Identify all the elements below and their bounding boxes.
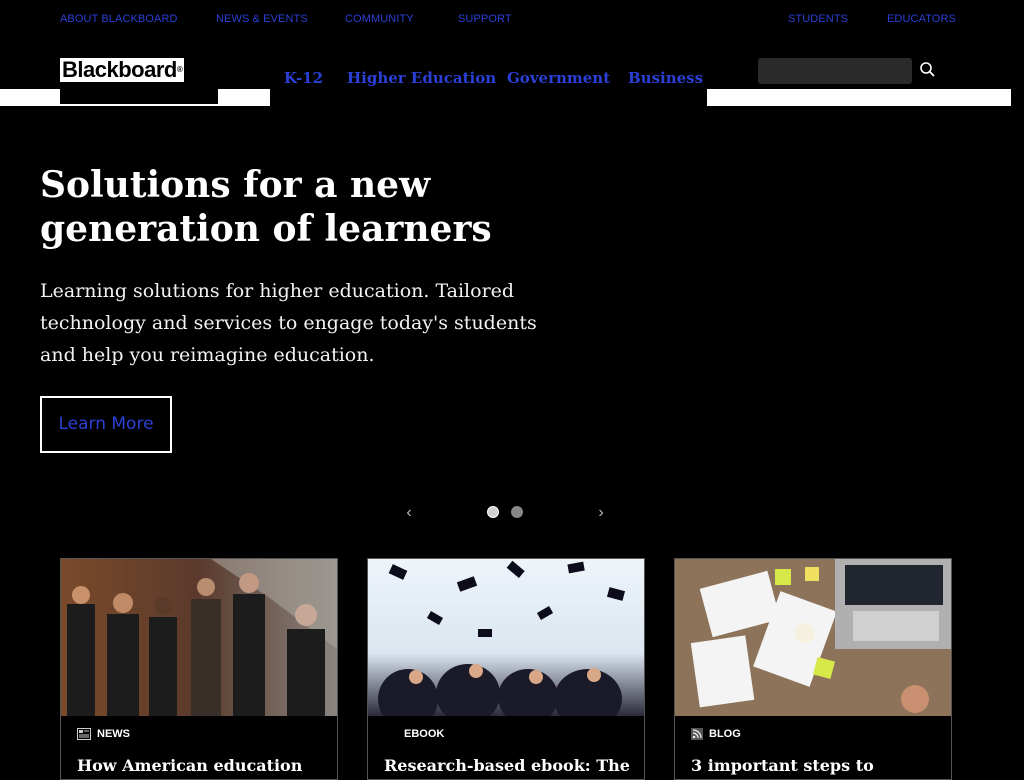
search-input[interactable] <box>758 58 912 84</box>
card-ebook[interactable]: EBOOK Research-based ebook: The <box>367 558 645 780</box>
nav-higher-education[interactable]: Higher Education <box>347 69 496 87</box>
hero-title-line2: generation of learners <box>40 208 492 250</box>
link-support[interactable]: SUPPORT <box>458 13 512 25</box>
card-blog-category: BLOG <box>691 727 741 741</box>
card-news[interactable]: NEWS How American education <box>60 558 338 780</box>
card-news-image <box>61 559 337 716</box>
search-icon <box>920 62 935 77</box>
card-ebook-category: EBOOK <box>404 727 444 741</box>
card-blog-image <box>675 559 951 716</box>
nav-business[interactable]: Business <box>628 69 703 87</box>
card-news-title[interactable]: How American education <box>77 756 327 776</box>
learn-more-button[interactable]: Learn More <box>40 396 172 453</box>
logo-registered-mark: ® <box>176 65 183 74</box>
carousel-next-button[interactable]: › <box>593 504 609 522</box>
card-ebook-category-label: EBOOK <box>404 728 445 740</box>
header-band-gap <box>270 89 707 106</box>
card-ebook-title[interactable]: Research-based ebook: The <box>384 756 634 776</box>
carousel-prev-button[interactable]: ‹ <box>401 504 417 522</box>
card-ebook-image <box>368 559 644 716</box>
carousel-dot-1[interactable] <box>487 506 499 518</box>
logo-wordmark: Blackboard® <box>60 57 185 82</box>
card-blog-title[interactable]: 3 important steps to <box>691 756 941 776</box>
link-community[interactable]: COMMUNITY <box>345 13 414 25</box>
utility-nav: ABOUT BLACKBOARD NEWS & EVENTS COMMUNITY… <box>0 0 1024 40</box>
hero-title-line1: Solutions for a new <box>40 164 431 206</box>
search-button[interactable] <box>918 60 938 80</box>
logo-text: Blackboard <box>62 57 177 82</box>
link-educators[interactable]: EDUCATORS <box>887 13 956 25</box>
card-blog[interactable]: BLOG 3 important steps to <box>674 558 952 780</box>
news-icon <box>77 728 91 740</box>
link-news-events[interactable]: NEWS & EVENTS <box>216 13 308 25</box>
hero-title: Solutions for a new generation of learne… <box>40 163 640 251</box>
link-about-blackboard[interactable]: ABOUT BLACKBOARD <box>60 13 178 25</box>
nav-government[interactable]: Government <box>507 69 610 87</box>
nav-k12[interactable]: K-12 <box>284 69 323 87</box>
carousel-dot-2[interactable] <box>511 506 523 518</box>
hero-description: Learning solutions for higher education.… <box>40 280 537 366</box>
card-blog-category-label: BLOG <box>709 728 741 740</box>
blackboard-logo[interactable]: Blackboard® <box>60 58 218 104</box>
card-news-category: NEWS <box>77 727 130 741</box>
card-news-category-label: NEWS <box>97 728 130 740</box>
rss-icon <box>691 728 703 740</box>
link-students[interactable]: STUDENTS <box>788 13 848 25</box>
